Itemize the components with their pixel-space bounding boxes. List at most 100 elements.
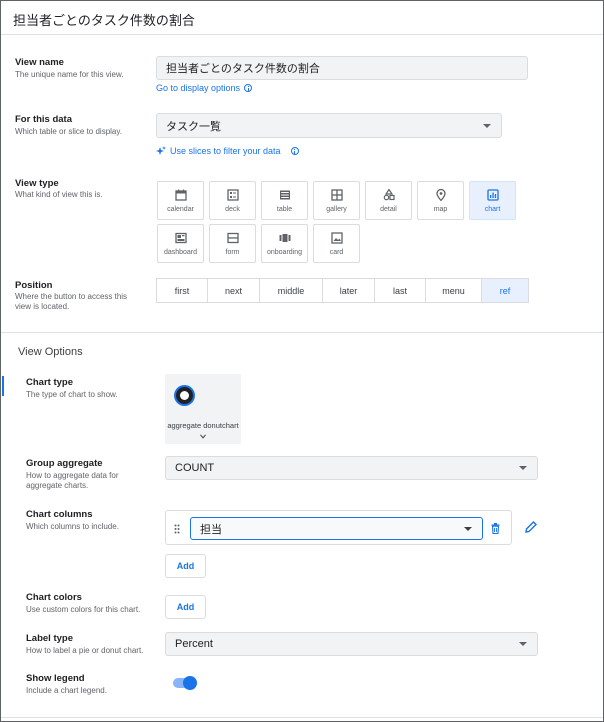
view-type-label-text: form: [225, 249, 240, 256]
view-name-input[interactable]: 担当者ごとのタスク件数の割合: [156, 56, 528, 80]
panel-header: 担当者ごとのタスク件数の割合: [1, 1, 603, 35]
view-type-label-text: deck: [225, 206, 240, 213]
bar-chart-icon: [486, 189, 499, 201]
label-type-value: Percent: [175, 638, 213, 650]
map-pin-icon: [435, 189, 446, 201]
display-options-link[interactable]: Go to display options: [156, 83, 253, 93]
form-icon: [226, 232, 239, 244]
group-aggregate-desc: How to aggregate data for aggregate char…: [26, 471, 119, 490]
view-name-desc: The unique name for this view.: [15, 70, 124, 79]
view-type-detail[interactable]: detail: [365, 181, 412, 220]
chart-columns-label: Chart columns: [26, 509, 93, 520]
position-label: Position: [15, 280, 53, 291]
show-legend-toggle-knob[interactable]: [183, 676, 197, 690]
chart-column-select[interactable]: 担当: [190, 517, 483, 540]
view-type-label-text: table: [276, 206, 293, 213]
active-indicator: [2, 376, 4, 396]
section-divider: [1, 332, 603, 333]
view-type-label-text: card: [329, 249, 344, 256]
for-data-label: For this data: [15, 114, 73, 125]
card-icon: [330, 232, 343, 244]
add-chart-color-button[interactable]: Add: [165, 595, 206, 619]
position-later[interactable]: later: [323, 279, 375, 302]
chart-type-selector[interactable]: aggregate donutchart: [165, 374, 241, 444]
view-options-title: View Options: [18, 346, 83, 358]
view-type-map[interactable]: map: [417, 181, 464, 220]
onboarding-icon: [279, 234, 290, 242]
dropdown-arrow-icon: [483, 123, 491, 128]
position-desc: Where the button to access this view is …: [15, 292, 128, 311]
view-type-gallery[interactable]: gallery: [313, 181, 360, 220]
chart-type-label: Chart type: [26, 377, 73, 388]
info-icon: [290, 147, 299, 155]
position-last[interactable]: last: [375, 279, 426, 302]
use-slices-link[interactable]: Use slices to filter your data: [156, 146, 299, 156]
view-type-onboarding[interactable]: onboarding: [261, 224, 308, 263]
view-type-form[interactable]: form: [209, 224, 256, 263]
chart-columns-desc: Which columns to include.: [26, 522, 119, 531]
detail-icon: [383, 189, 395, 201]
view-type-label-text: map: [433, 206, 448, 213]
position-segmented-control: first next middle later last menu ref: [156, 278, 529, 303]
add-chart-column-button[interactable]: Add: [165, 554, 206, 578]
dropdown-arrow-icon: [519, 642, 527, 646]
table-select-value: タスク一覧: [166, 120, 221, 133]
view-type-deck[interactable]: deck: [209, 181, 256, 220]
dashboard-icon: [174, 232, 187, 244]
chart-colors-desc: Use custom colors for this chart.: [26, 605, 141, 614]
view-type-label-text: calendar: [167, 206, 194, 213]
chart-colors-label: Chart colors: [26, 592, 82, 603]
view-type-label-text: dashboard: [163, 249, 198, 256]
donut-chart-icon: [174, 385, 195, 406]
display-options-label: Go to display options: [156, 83, 241, 93]
group-aggregate-label: Group aggregate: [26, 458, 103, 469]
view-type-label-text: chart: [484, 206, 501, 213]
group-aggregate-value: COUNT: [175, 462, 215, 474]
show-legend-desc: Include a chart legend.: [26, 686, 107, 695]
view-type-label-text: detail: [380, 206, 397, 213]
view-type-label-text: gallery: [326, 206, 347, 213]
view-type-label-text: onboarding: [266, 249, 303, 256]
position-menu[interactable]: menu: [426, 279, 482, 302]
chart-column-item: 担当: [165, 510, 512, 545]
view-name-label: View name: [15, 57, 64, 68]
position-next[interactable]: next: [208, 279, 260, 302]
position-ref[interactable]: ref: [482, 279, 528, 302]
drag-handle-icon[interactable]: [174, 524, 180, 534]
view-name-value: 担当者ごとのタスク件数の割合: [166, 63, 320, 75]
page-title: 担当者ごとのタスク件数の割合: [13, 13, 195, 28]
use-slices-label: Use slices to filter your data: [170, 146, 281, 156]
view-type-desc: What kind of view this is.: [15, 190, 103, 199]
edit-pencil-icon[interactable]: [525, 521, 537, 533]
info-icon: [244, 84, 253, 92]
for-data-desc: Which table or slice to display.: [15, 127, 123, 136]
view-type-chart[interactable]: chart: [469, 181, 516, 220]
sparkle-icon: [156, 146, 166, 155]
view-type-dashboard[interactable]: dashboard: [157, 224, 204, 263]
calendar-icon: [174, 189, 187, 201]
view-type-label: View type: [15, 178, 59, 189]
gallery-icon: [330, 189, 343, 201]
chart-type-value: aggregate donutchart: [167, 421, 239, 430]
dropdown-arrow-icon: [464, 526, 472, 531]
label-type-label: Label type: [26, 633, 73, 644]
chevron-down-icon: [200, 434, 206, 439]
position-first[interactable]: first: [157, 279, 208, 302]
table-select[interactable]: タスク一覧: [156, 113, 502, 138]
label-type-desc: How to label a pie or donut chart.: [26, 646, 144, 655]
dropdown-arrow-icon: [519, 466, 527, 470]
group-aggregate-select[interactable]: COUNT: [165, 456, 538, 480]
show-legend-label: Show legend: [26, 673, 85, 684]
chart-type-desc: The type of chart to show.: [26, 390, 118, 399]
table-icon: [279, 190, 290, 200]
delete-icon[interactable]: [491, 523, 500, 534]
position-middle[interactable]: middle: [260, 279, 323, 302]
view-type-card[interactable]: card: [313, 224, 360, 263]
view-type-calendar[interactable]: calendar: [157, 181, 204, 220]
deck-icon: [226, 189, 239, 201]
view-editor-panel: 担当者ごとのタスク件数の割合 View name The unique name…: [0, 0, 604, 722]
view-type-table[interactable]: table: [261, 181, 308, 220]
bottom-divider: [1, 717, 603, 718]
label-type-select[interactable]: Percent: [165, 632, 538, 656]
chart-column-value: 担当: [200, 523, 222, 536]
